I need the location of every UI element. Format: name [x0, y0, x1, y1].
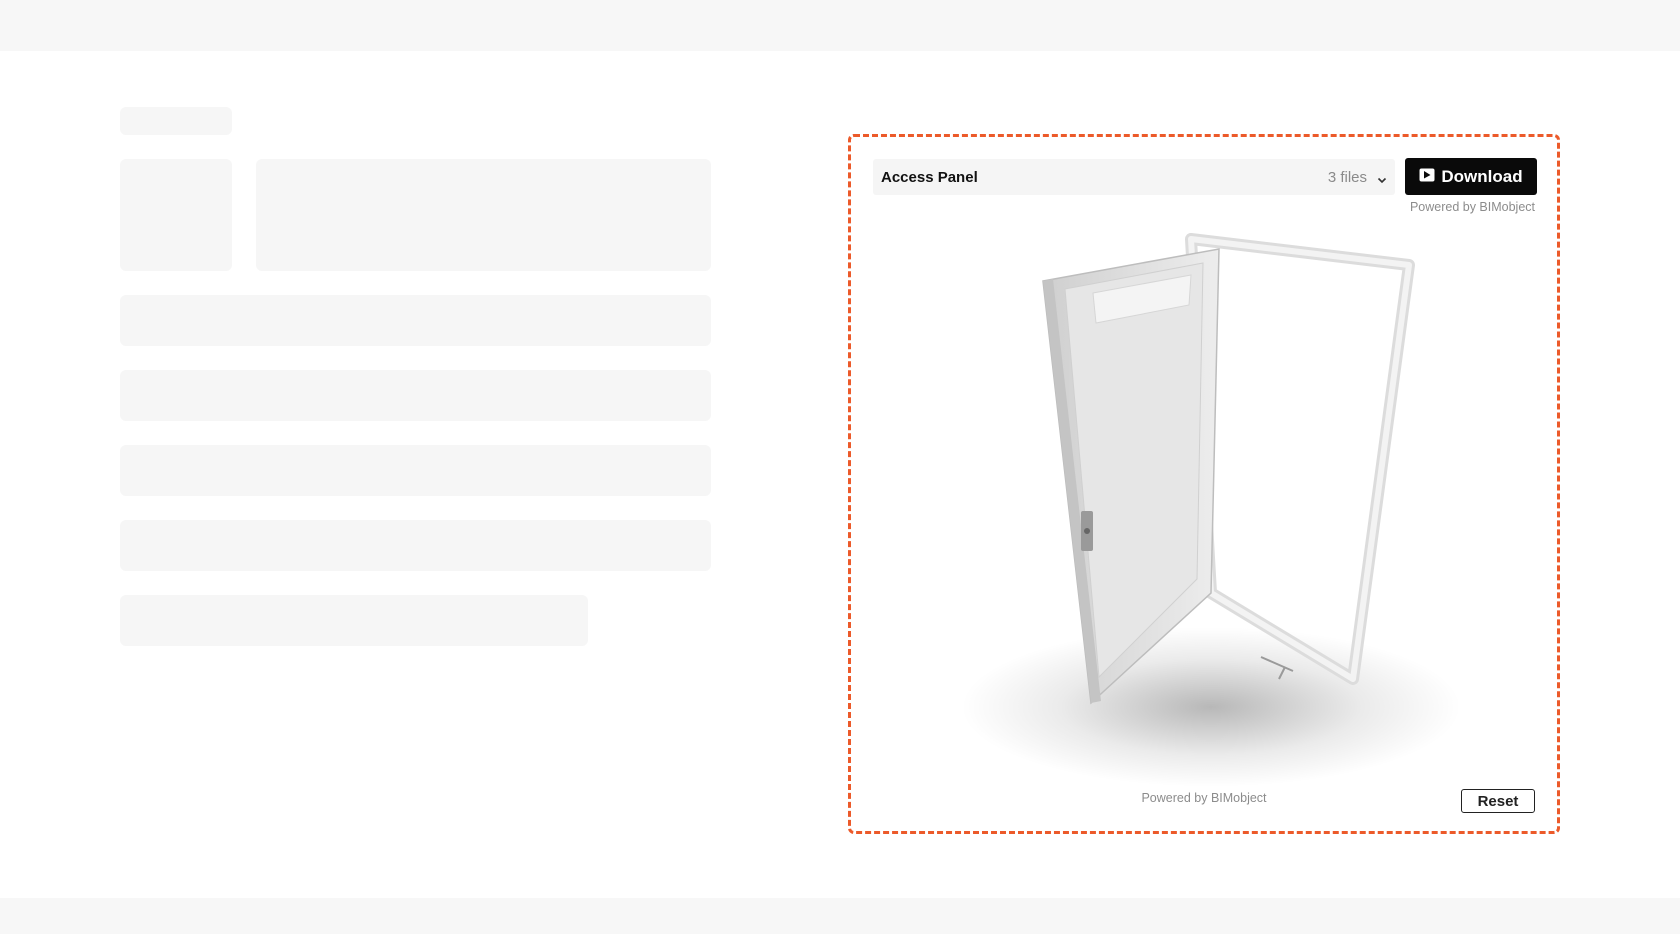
- top-bar: [0, 0, 1680, 51]
- chevron-down-icon: [1377, 172, 1387, 184]
- powered-by-bottom: Powered by BIMobject: [1141, 791, 1267, 805]
- bottom-bar: [0, 898, 1680, 934]
- file-select-dropdown[interactable]: Access Panel 3 files: [873, 159, 1395, 195]
- skeleton-row: [120, 295, 711, 346]
- bim-viewer-widget: Access Panel 3 files Download Powered by…: [848, 134, 1560, 834]
- product-name: Access Panel: [881, 168, 978, 186]
- skeleton-row: [120, 520, 711, 571]
- download-button[interactable]: Download: [1405, 158, 1537, 195]
- download-box-icon: [1419, 167, 1435, 187]
- skeleton-row: [120, 370, 711, 421]
- skeleton-description: [256, 159, 711, 271]
- skeleton-thumbnail: [120, 159, 232, 271]
- file-count: 3 files: [1327, 168, 1367, 186]
- 3d-model-viewer[interactable]: [941, 227, 1471, 787]
- skeleton-title: [120, 107, 232, 135]
- reset-button[interactable]: Reset: [1461, 789, 1535, 813]
- skeleton-row: [120, 595, 588, 646]
- download-label: Download: [1441, 166, 1523, 186]
- access-panel-model: [961, 233, 1461, 787]
- powered-by-top: Powered by BIMobject: [1409, 200, 1535, 214]
- skeleton-row: [120, 445, 711, 496]
